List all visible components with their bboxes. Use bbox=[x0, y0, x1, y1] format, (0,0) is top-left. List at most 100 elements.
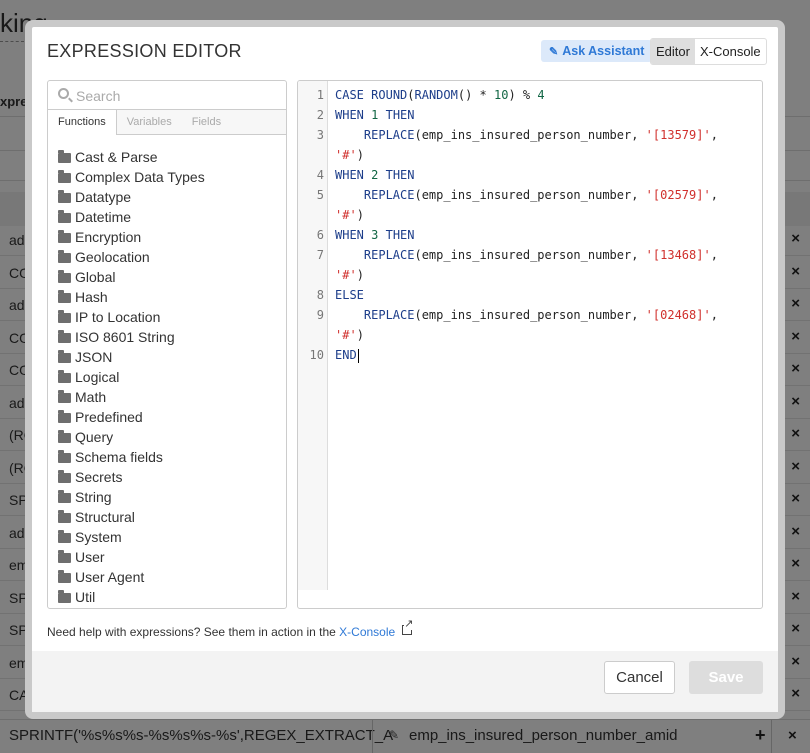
category-label: Logical bbox=[75, 369, 120, 385]
line-number: 5 bbox=[316, 188, 324, 202]
category-item[interactable]: Datetime bbox=[58, 207, 205, 227]
category-item[interactable]: Util bbox=[58, 587, 205, 607]
folder-icon bbox=[58, 270, 71, 283]
tab-fields[interactable]: Fields bbox=[182, 110, 231, 134]
line-number: 10 bbox=[309, 348, 324, 362]
code-line: '#') bbox=[298, 145, 762, 165]
category-item[interactable]: Cast & Parse bbox=[58, 147, 205, 167]
category-item[interactable]: Query bbox=[58, 427, 205, 447]
category-item[interactable]: User bbox=[58, 547, 205, 567]
category-item[interactable]: Datatype bbox=[58, 187, 205, 207]
code-line: '#') bbox=[298, 265, 762, 285]
mode-toggle: Editor X-Console bbox=[650, 38, 767, 65]
code-text: REPLACE(emp_ins_insured_person_number, '… bbox=[363, 128, 718, 142]
code-line: 2 WHEN 1 THEN bbox=[298, 105, 762, 125]
category-item[interactable]: Schema fields bbox=[58, 447, 205, 467]
folder-icon bbox=[58, 550, 71, 563]
code-line: 6 WHEN 3 THEN bbox=[298, 225, 762, 245]
category-item[interactable]: String bbox=[58, 487, 205, 507]
category-label: Global bbox=[75, 269, 116, 285]
category-label: Datetime bbox=[75, 209, 132, 225]
category-label: Cast & Parse bbox=[75, 149, 158, 165]
code-text: '#') bbox=[335, 268, 364, 282]
category-label: JSON bbox=[75, 349, 113, 365]
code-text: WHEN 2 THEN bbox=[335, 168, 415, 182]
category-item[interactable]: User Agent bbox=[58, 567, 205, 587]
code-text: WHEN 3 THEN bbox=[335, 228, 415, 242]
external-link-icon[interactable] bbox=[402, 619, 414, 635]
line-number: 4 bbox=[316, 168, 324, 182]
line-number: 2 bbox=[316, 108, 324, 122]
code-text: ELSE bbox=[335, 288, 364, 302]
code-line: 7 REPLACE(emp_ins_insured_person_number,… bbox=[298, 245, 762, 265]
category-item[interactable]: ISO 8601 String bbox=[58, 327, 205, 347]
category-item[interactable]: IP to Location bbox=[58, 307, 205, 327]
folder-icon bbox=[58, 290, 71, 303]
code-text: REPLACE(emp_ins_insured_person_number, '… bbox=[363, 188, 718, 202]
category-item[interactable]: Secrets bbox=[58, 467, 205, 487]
category-label: Secrets bbox=[75, 469, 123, 485]
category-item[interactable]: Math bbox=[58, 387, 205, 407]
category-item[interactable]: Complex Data Types bbox=[58, 167, 205, 187]
code-line: 10 END bbox=[298, 345, 762, 365]
wand-icon: ✎ bbox=[549, 46, 559, 58]
help-text: Need help with expressions? See them in … bbox=[47, 619, 414, 639]
category-list: Cast & Parse Complex Data Types Datatype Da… bbox=[58, 147, 205, 607]
expression-editor-modal: EXPRESSION EDITOR ✎ Ask Assistant Editor … bbox=[32, 27, 778, 712]
folder-icon bbox=[58, 170, 71, 183]
category-item[interactable]: System bbox=[58, 527, 205, 547]
folder-icon bbox=[58, 410, 71, 423]
save-button[interactable]: Save bbox=[689, 661, 763, 694]
folder-icon bbox=[58, 430, 71, 443]
help-message: Need help with expressions? See them in … bbox=[47, 625, 340, 639]
category-item[interactable]: Logical bbox=[58, 367, 205, 387]
category-label: User Agent bbox=[75, 569, 145, 585]
code-line: '#') bbox=[298, 205, 762, 225]
tab-editor[interactable]: Editor bbox=[651, 39, 695, 64]
category-label: Predefined bbox=[75, 409, 143, 425]
category-label: ISO 8601 String bbox=[75, 329, 175, 345]
category-item[interactable]: JSON bbox=[58, 347, 205, 367]
x-console-link[interactable]: X-Console bbox=[339, 625, 395, 639]
category-item[interactable]: Encryption bbox=[58, 227, 205, 247]
tab-functions[interactable]: Functions bbox=[48, 110, 117, 135]
code-line: 4 WHEN 2 THEN bbox=[298, 165, 762, 185]
text-cursor bbox=[357, 348, 359, 363]
code-line: 9 REPLACE(emp_ins_insured_person_number,… bbox=[298, 305, 762, 325]
cancel-button[interactable]: Cancel bbox=[604, 661, 675, 694]
category-label: String bbox=[75, 489, 112, 505]
category-item[interactable]: Global bbox=[58, 267, 205, 287]
tab-variables[interactable]: Variables bbox=[117, 110, 182, 134]
folder-icon bbox=[58, 530, 71, 543]
search-box bbox=[48, 81, 286, 110]
code-text: '#') bbox=[335, 148, 364, 162]
folder-icon bbox=[58, 250, 71, 263]
code-area[interactable]: 1 CASE ROUND(RANDOM() * 10) % 4 2 WHEN 1 TH… bbox=[298, 85, 762, 365]
search-input[interactable] bbox=[76, 86, 276, 105]
category-item[interactable]: Geolocation bbox=[58, 247, 205, 267]
category-item[interactable]: Predefined bbox=[58, 407, 205, 427]
folder-icon bbox=[58, 350, 71, 363]
code-text: WHEN 1 THEN bbox=[335, 108, 415, 122]
code-editor[interactable]: 1 CASE ROUND(RANDOM() * 10) % 4 2 WHEN 1 TH… bbox=[297, 80, 763, 609]
line-number: 9 bbox=[316, 308, 324, 322]
code-line: 1 CASE ROUND(RANDOM() * 10) % 4 bbox=[298, 85, 762, 105]
folder-icon bbox=[58, 470, 71, 483]
modal-title: EXPRESSION EDITOR bbox=[47, 41, 242, 61]
ask-assistant-button[interactable]: ✎ Ask Assistant bbox=[541, 40, 653, 62]
category-label: Util bbox=[75, 589, 96, 605]
category-label: Query bbox=[75, 429, 114, 445]
category-label: Structural bbox=[75, 509, 135, 525]
code-text: END bbox=[335, 348, 359, 363]
tab-x-console[interactable]: X-Console bbox=[695, 39, 766, 64]
line-number: 8 bbox=[316, 288, 324, 302]
category-item[interactable]: Structural bbox=[58, 507, 205, 527]
code-text: REPLACE(emp_ins_insured_person_number, '… bbox=[363, 248, 718, 262]
code-text: CASE ROUND(RANDOM() * 10) % 4 bbox=[335, 88, 545, 102]
browser-tabs: Functions Variables Fields bbox=[48, 110, 286, 135]
folder-icon bbox=[58, 510, 71, 523]
category-label: Datatype bbox=[75, 189, 132, 205]
category-label: Geolocation bbox=[75, 249, 150, 265]
folder-icon bbox=[58, 450, 71, 463]
category-item[interactable]: Hash bbox=[58, 287, 205, 307]
